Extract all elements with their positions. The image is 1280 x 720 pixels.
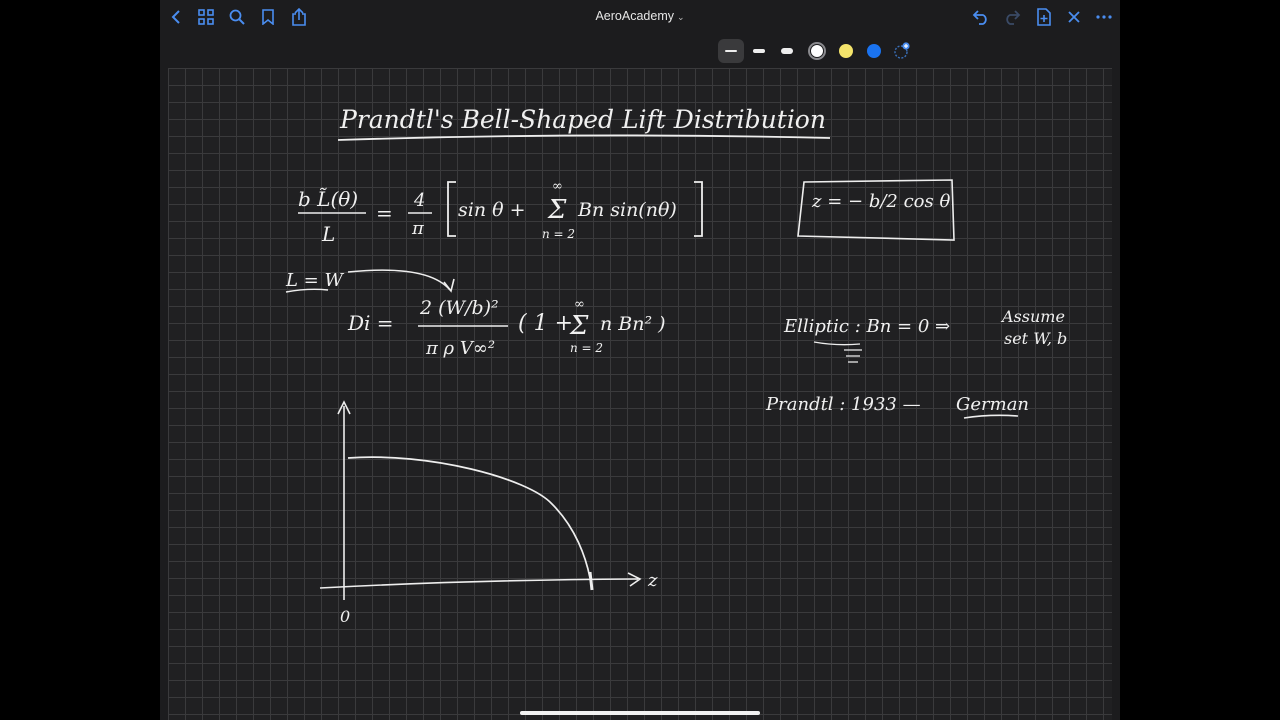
di-sum-upper: ∞ [574, 297, 585, 312]
color-blue-swatch[interactable] [867, 44, 881, 58]
sketch-origin-label: 0 [340, 607, 350, 626]
thick-stroke-option[interactable] [781, 48, 793, 54]
eq1-lhs-denominator: L [321, 222, 335, 246]
top-bar: AeroAcademy ⌄ [160, 0, 1120, 34]
assume-line-1: Assume [1000, 307, 1065, 326]
di-term: n Bn² ) [600, 313, 666, 335]
eq1-term: Bn sin(nθ) [577, 199, 677, 221]
home-indicator[interactable] [520, 711, 760, 715]
drawing-toolbar [160, 34, 1120, 95]
heading-underline [337, 134, 831, 141]
eq1-coef-denominator: π [411, 218, 425, 239]
eq1-lhs-numerator: b L̃(θ) [298, 187, 358, 211]
note-page[interactable]: Prandtl's Bell-Shaped Lift Distribution … [168, 68, 1112, 720]
di-lhs: Di = [347, 311, 394, 335]
elliptic-note: Elliptic : Bn = 0 ⇒ [783, 316, 950, 337]
di-denominator: π ρ V∞² [425, 338, 495, 359]
eq1-sum-sign: Σ [547, 195, 567, 225]
thin-stroke-icon [725, 50, 737, 52]
eq1-sum-lower: n = 2 [542, 227, 575, 241]
color-white-swatch[interactable] [808, 42, 826, 60]
add-color-icon[interactable] [893, 42, 910, 59]
color-yellow-swatch[interactable] [839, 44, 853, 58]
elliptic-underline [813, 341, 862, 363]
medium-stroke-option[interactable] [753, 49, 765, 53]
more-icon[interactable] [1093, 7, 1115, 27]
eq1-sum-upper: ∞ [552, 179, 563, 194]
handwriting-layer: Prandtl's Bell-Shaped Lift Distribution … [285, 105, 1067, 626]
chevron-down-icon: ⌄ [676, 12, 685, 22]
sketch-tip-mark [588, 571, 594, 591]
z-equation: z = − b/2 cos θ [811, 191, 950, 212]
heading-text: Prandtl's Bell-Shaped Lift Distribution [339, 105, 826, 134]
prandtl-year: Prandtl : 1933 — [765, 394, 921, 415]
lift-equals-weight: L = W [285, 270, 344, 291]
german-note: German [956, 394, 1029, 415]
eq1-right-bracket [694, 181, 703, 237]
notes-app: AeroAcademy ⌄ Prandtl's Bell-Shaped Lift… [160, 0, 1120, 720]
eq1-equals: = [376, 201, 393, 225]
assume-line-2: set W, b [1004, 329, 1067, 348]
di-numerator: 2 (W/b)² [419, 297, 499, 319]
add-page-icon[interactable] [1033, 7, 1055, 27]
eq1-coef-numerator: 4 [413, 190, 425, 211]
document-title-text: AeroAcademy [595, 9, 674, 23]
color-white-dot [811, 45, 823, 57]
thin-stroke-option[interactable] [718, 39, 744, 63]
eq1-body: sin θ + [458, 199, 526, 221]
redo-icon[interactable] [1001, 7, 1023, 27]
arrow-to-di [347, 269, 451, 291]
eq1-left-bracket [447, 181, 456, 237]
undo-icon[interactable] [970, 7, 992, 27]
elliptic-lift-curve [347, 456, 591, 579]
arrow-head [443, 278, 455, 293]
di-sum-sign: Σ [569, 311, 589, 341]
close-icon[interactable] [1063, 7, 1085, 27]
di-sum-lower: n = 2 [570, 341, 603, 355]
di-paren-open: ( 1 + [518, 311, 573, 336]
sketch-z-label: z [647, 570, 658, 591]
german-underline [963, 414, 1019, 419]
